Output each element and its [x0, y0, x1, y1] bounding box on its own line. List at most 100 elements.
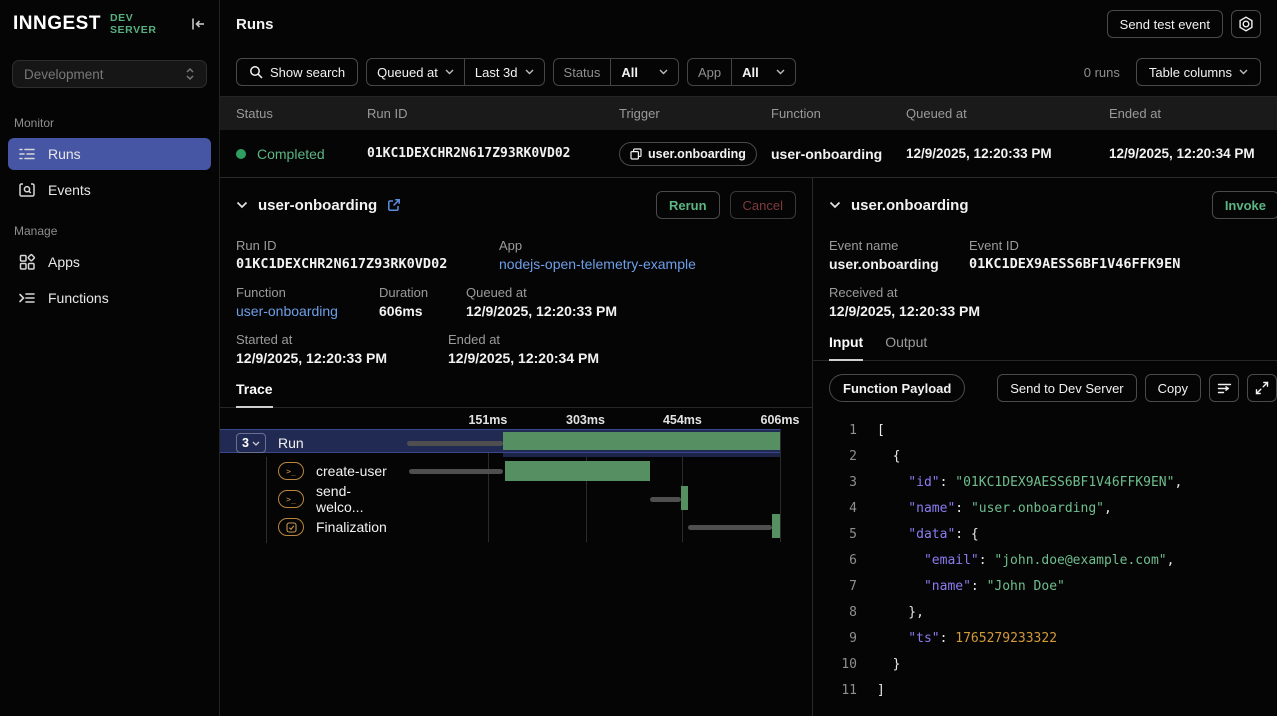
column-header: Function	[771, 106, 906, 121]
duration-bar	[681, 486, 687, 510]
run-detail-panel: user-onboarding Rerun Cancel Run ID 01KC…	[220, 178, 813, 716]
column-header: Queued at	[906, 106, 1109, 121]
copy-button[interactable]: Copy	[1145, 374, 1201, 402]
run-id-cell: 01KC1DEXCHR2N617Z93RK0VD02	[367, 146, 619, 161]
column-header: Ended at	[1109, 106, 1277, 121]
send-test-event-button[interactable]: Send test event	[1107, 10, 1223, 38]
filter-bar: Show search Queued at Last 3d Status All	[220, 48, 1277, 96]
payload-code-editor[interactable]: 1[2 {3 "id": "01KC1DEX9AESS6BF1V46FFK9EN…	[813, 411, 1277, 716]
send-to-dev-server-button[interactable]: Send to Dev Server	[997, 374, 1136, 402]
status-filter-select[interactable]: All	[611, 59, 678, 85]
show-search-button[interactable]: Show search	[236, 58, 358, 86]
nav-section-monitor: Monitor	[14, 116, 205, 130]
cancel-button[interactable]: Cancel	[730, 191, 796, 219]
tab-output[interactable]: Output	[885, 334, 927, 360]
trace-row-run[interactable]: 3 Run	[220, 429, 812, 457]
runs-icon	[18, 147, 36, 161]
word-wrap-button[interactable]	[1209, 374, 1239, 402]
axis-tick-label: 151ms	[468, 413, 507, 427]
expand-button[interactable]	[1247, 374, 1277, 402]
word-wrap-icon	[1217, 382, 1232, 395]
line-number: 1	[813, 418, 857, 444]
trace-row-label: Finalization	[316, 519, 387, 535]
sidebar-collapse-icon[interactable]	[190, 16, 206, 32]
table-row[interactable]: Completed 01KC1DEXCHR2N617Z93RK0VD02 use…	[220, 130, 1277, 177]
tab-trace[interactable]: Trace	[236, 381, 273, 408]
queued-at-cell: 12/9/2025, 12:20:33 PM	[906, 146, 1109, 161]
app-filter-select[interactable]: All	[732, 59, 795, 85]
app-filter-label: App	[688, 59, 731, 85]
logo-row: INNGEST DEV SERVER	[0, 0, 219, 48]
ended-at-field: Ended at 12/9/2025, 12:20:34 PM	[448, 332, 599, 366]
gear-icon	[1238, 16, 1254, 32]
code-line: 7 "name": "John Doe"	[813, 574, 1277, 600]
app-link[interactable]: nodejs-open-telemetry-example	[499, 256, 696, 272]
updown-chevron-icon	[185, 67, 195, 81]
chevron-down-icon	[525, 69, 534, 75]
chevron-down-icon[interactable]	[829, 201, 841, 209]
line-number: 8	[813, 600, 857, 626]
wait-segment	[407, 441, 503, 446]
step-terminal-icon: >_	[278, 490, 304, 508]
line-number: 5	[813, 522, 857, 548]
function-link[interactable]: user-onboarding	[236, 303, 338, 319]
sidebar-item-label: Runs	[48, 146, 81, 162]
trace-row-finalization[interactable]: Finalization	[220, 513, 812, 541]
expand-count-badge[interactable]: 3	[236, 433, 266, 453]
waterfall-axis: 151ms303ms454ms606ms	[391, 413, 780, 429]
chevron-down-icon	[776, 69, 785, 75]
status-dot	[236, 149, 246, 159]
code-line: 1[	[813, 418, 1277, 444]
code-line: 9 "ts": 1765279233322	[813, 626, 1277, 652]
code-line: 10 }	[813, 652, 1277, 678]
chevron-down-icon[interactable]	[236, 201, 248, 209]
table-columns-button[interactable]: Table columns	[1136, 58, 1261, 86]
detail-area: user-onboarding Rerun Cancel Run ID 01KC…	[220, 177, 1277, 716]
functions-icon	[18, 291, 36, 305]
event-id-field: Event ID 01KC1DEX9AESS6BF1V46FFK9EN	[969, 238, 1180, 272]
run-title: user-onboarding	[258, 197, 377, 214]
column-header: Run ID	[367, 106, 619, 121]
time-filter-group: Queued at Last 3d	[366, 58, 544, 86]
chevron-down-icon	[659, 69, 668, 75]
sidebar-item-runs[interactable]: Runs	[8, 138, 211, 170]
chevron-down-icon	[1239, 69, 1248, 75]
duration-field: Duration 606ms	[379, 285, 466, 319]
trace-row-label: Run	[278, 435, 304, 451]
duration-bar	[772, 514, 780, 538]
runs-count: 0 runs	[1084, 65, 1120, 80]
time-range-filter[interactable]: Last 3d	[465, 59, 544, 85]
app-field: App nodejs-open-telemetry-example	[499, 238, 696, 272]
wait-segment	[650, 497, 681, 502]
line-number: 4	[813, 496, 857, 522]
tab-input[interactable]: Input	[829, 334, 863, 361]
environment-select[interactable]: Development	[12, 60, 207, 88]
sidebar-item-label: Functions	[48, 290, 109, 306]
events-icon	[18, 182, 36, 198]
main-content: Runs Send test event Show search Queued …	[220, 0, 1277, 716]
invoke-button[interactable]: Invoke	[1212, 191, 1277, 219]
trace-row-label: create-user	[316, 463, 387, 479]
step-check-icon	[278, 518, 304, 536]
external-link-icon[interactable]	[387, 198, 401, 212]
line-number: 2	[813, 444, 857, 470]
duration-bar	[505, 461, 650, 481]
trace-row-label: send-welco...	[316, 483, 391, 515]
rerun-button[interactable]: Rerun	[656, 191, 720, 219]
trace-row-send-welco-[interactable]: >_ send-welco...	[220, 485, 812, 513]
chevron-down-icon	[445, 69, 454, 75]
sidebar-item-functions[interactable]: Functions	[8, 282, 211, 314]
duration-bar	[503, 432, 780, 450]
trace-tab-bar: Trace	[220, 381, 812, 408]
trigger-badge[interactable]: user.onboarding	[619, 142, 757, 166]
line-number: 7	[813, 574, 857, 600]
sidebar-item-events[interactable]: Events	[8, 174, 211, 206]
trace-row-create-user[interactable]: >_create-user	[220, 457, 812, 485]
sidebar-item-label: Events	[48, 182, 91, 198]
runs-table-header: Status Run ID Trigger Function Queued at…	[220, 96, 1277, 130]
sidebar-item-apps[interactable]: Apps	[8, 246, 211, 278]
axis-tick-label: 454ms	[663, 413, 702, 427]
settings-button[interactable]	[1231, 10, 1261, 38]
queued-at-filter[interactable]: Queued at	[367, 59, 464, 85]
expand-icon	[1255, 381, 1269, 395]
